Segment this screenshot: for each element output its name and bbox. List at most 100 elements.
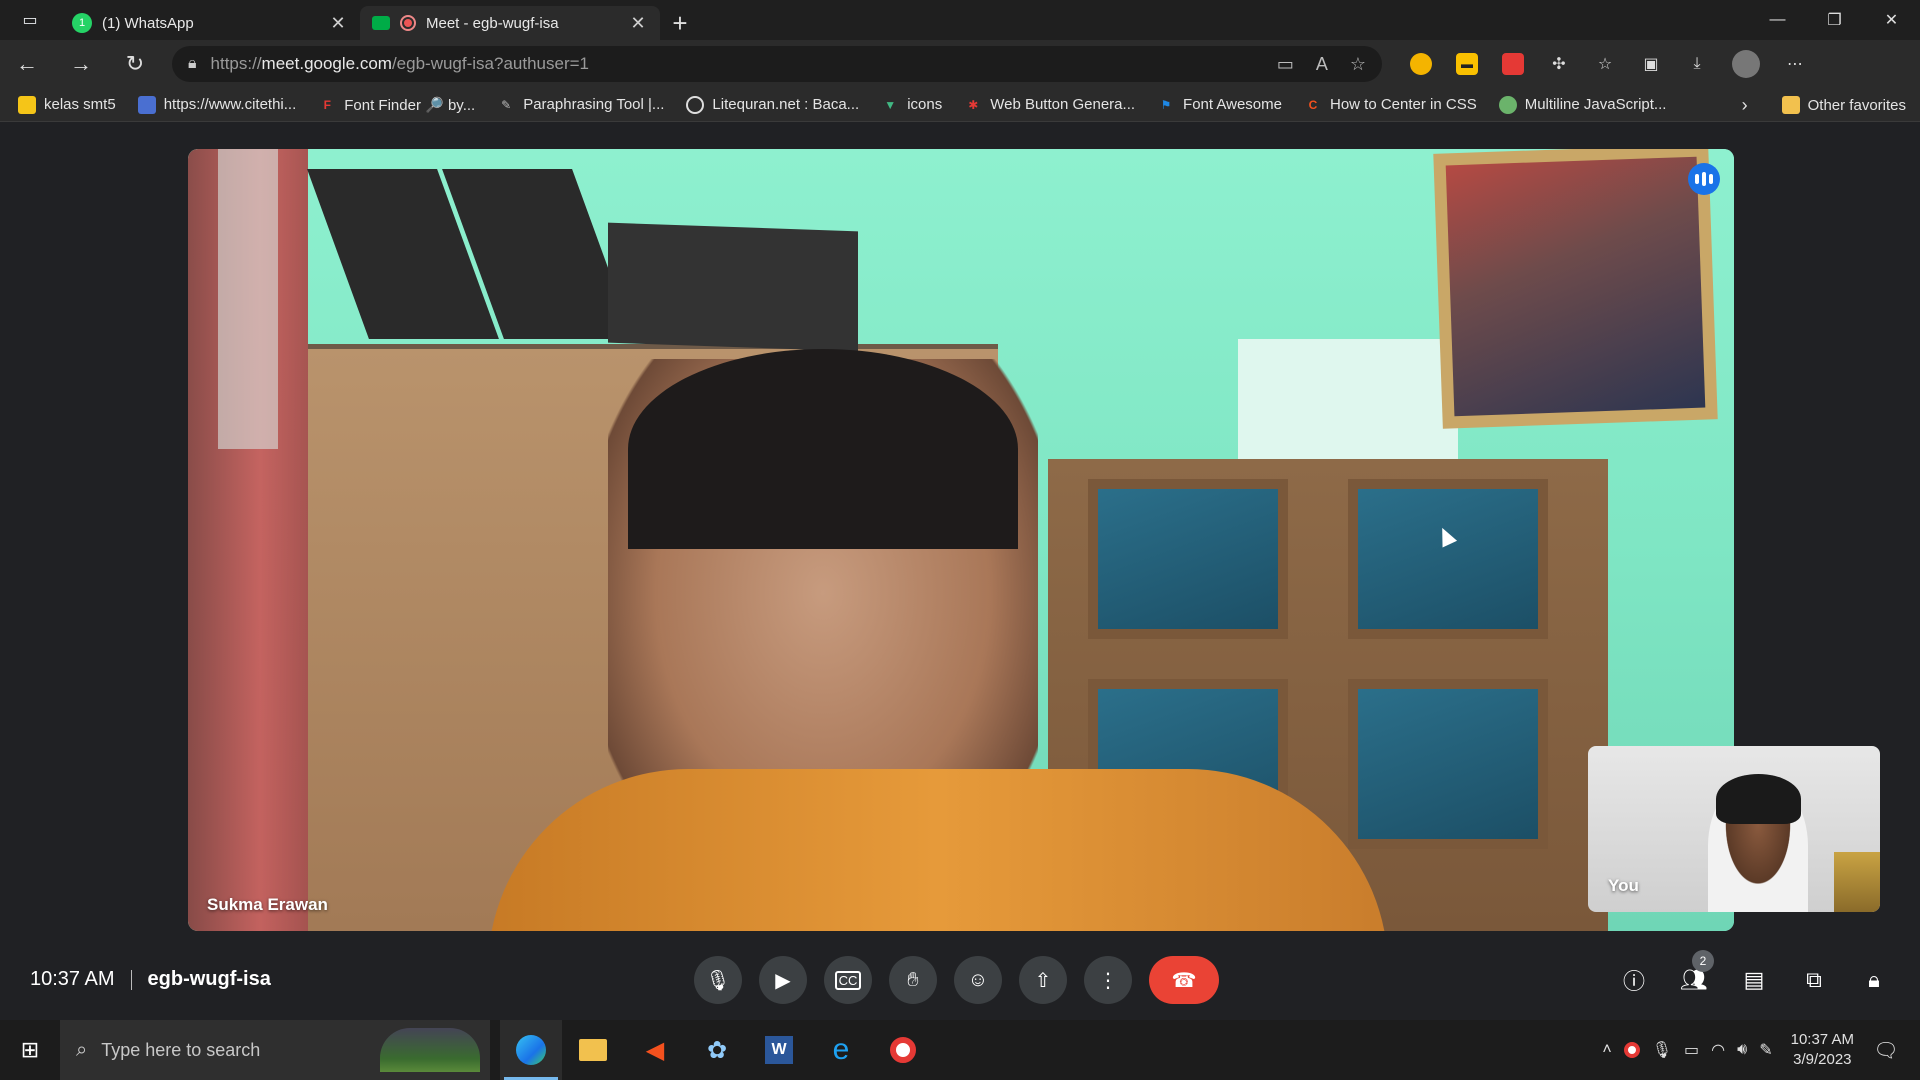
participant-shirt (488, 769, 1388, 931)
extension-card-icon[interactable]: ▬ (1456, 53, 1478, 75)
extensions-icon[interactable]: ✣ (1548, 53, 1570, 75)
main-video-tile[interactable]: Sukma Erawan (188, 149, 1734, 931)
downloads-icon[interactable]: ⤓ (1686, 53, 1708, 75)
wifi-icon[interactable]: ◠ (1711, 1040, 1725, 1060)
microphone-icon: 🎙︎ (705, 969, 731, 992)
present-button[interactable]: ⇧ (1019, 956, 1067, 1004)
meeting-info: 10:37 AM egb-wugf-isa (30, 968, 271, 991)
recorder-tray-icon[interactable] (1623, 1042, 1640, 1058)
add-favorite-icon[interactable]: ☆ (1350, 54, 1366, 75)
bookmark-icon: ▼ (884, 97, 897, 112)
collections-icon[interactable]: ▣ (1640, 53, 1662, 75)
taskbar-search[interactable]: ⌕ Type here to search (60, 1020, 490, 1080)
search-highlight-image (380, 1028, 480, 1072)
close-window-icon[interactable]: ✕ (1863, 0, 1920, 40)
present-icon: ⇧ (1034, 969, 1052, 992)
bookmark-item[interactable]: kelas smt5 (18, 95, 116, 114)
notifications-icon[interactable]: 🗨︎ (1866, 1038, 1906, 1063)
clock-time: 10:37 AM (1790, 1031, 1854, 1048)
chevron-up-icon[interactable]: ˄ (1602, 1041, 1611, 1059)
bookmark-icon (686, 95, 705, 114)
more-options-button[interactable]: ⋮ (1084, 956, 1132, 1004)
laptop-image (608, 222, 858, 352)
restore-icon[interactable]: ❐ (1806, 0, 1863, 40)
word-app[interactable]: W (748, 1020, 810, 1080)
reload-button[interactable]: ↻ (108, 44, 162, 84)
emoji-icon: ☺ (967, 968, 989, 991)
leave-call-button[interactable]: ☎︎ (1149, 956, 1219, 1004)
new-tab-button[interactable]: + (660, 6, 700, 40)
bookmark-item[interactable]: ⚑ Font Awesome (1157, 96, 1282, 114)
browser-toolbar: ← → ↻ 🔒︎ https://meet.google.com/egb-wug… (0, 40, 1920, 88)
internet-explorer-app[interactable]: e (810, 1020, 872, 1080)
window-controls: — ❐ ✕ (1749, 0, 1920, 40)
edge-app[interactable] (500, 1020, 562, 1080)
activities-icon: ⧉ (1806, 967, 1822, 992)
other-favorites[interactable]: Other favorites (1781, 96, 1906, 114)
forward-button[interactable]: → (54, 44, 108, 84)
call-controls: 🎙︎ ▶︎ CC ✋︎ ☺ ⇧ ⋮ ☎︎ (694, 956, 1219, 1004)
bookmark-icon (18, 95, 36, 114)
speaker-icon: ◀ (645, 1036, 665, 1064)
close-icon[interactable]: ✕ (628, 13, 648, 34)
people-button[interactable]: 👥︎ 2 (1676, 950, 1714, 1002)
host-controls-button[interactable]: 🔒︎ (1856, 958, 1892, 1002)
camera-button[interactable]: ▶︎ (759, 956, 807, 1004)
self-background (1834, 852, 1880, 912)
close-icon[interactable]: ✕ (328, 13, 348, 34)
tab-whatsapp[interactable]: 1 (1) WhatsApp ✕ (60, 6, 360, 40)
bookmark-item[interactable]: F Font Finder 🔎 by... (318, 96, 476, 114)
favorites-icon[interactable]: ☆ (1594, 53, 1616, 75)
meeting-time: 10:37 AM (30, 968, 115, 990)
camera-in-use-icon[interactable]: ▭ (1277, 54, 1294, 75)
bookmark-icon: ✱ (968, 97, 979, 112)
captions-button[interactable]: CC (824, 956, 872, 1004)
bookmark-item[interactable]: C How to Center in CSS (1304, 96, 1477, 114)
record-icon (890, 1037, 916, 1063)
meet-icon (372, 16, 390, 30)
minimize-icon[interactable]: — (1749, 0, 1806, 40)
activities-button[interactable]: ⧉ (1796, 958, 1832, 1002)
divider (130, 969, 132, 990)
bookmark-item[interactable]: Litequran.net : Baca... (686, 95, 859, 114)
volume-icon[interactable]: 🔊︎ (1737, 1041, 1747, 1059)
extension-circle-icon[interactable] (1410, 53, 1432, 75)
participant-hair (628, 349, 1018, 549)
meeting-details-button[interactable]: ⓘ (1616, 958, 1652, 1002)
microphone-button[interactable]: 🎙︎ (694, 956, 742, 1004)
microphone-tray-icon[interactable]: 🎙︎ (1652, 1040, 1672, 1060)
raise-hand-button[interactable]: ✋︎ (889, 956, 937, 1004)
paint-icon: ✿ (706, 1036, 728, 1064)
audio-app[interactable]: ◀ (624, 1020, 686, 1080)
self-video-tile[interactable]: You (1588, 746, 1880, 912)
address-bar[interactable]: 🔒︎ https://meet.google.com/egb-wugf-isa?… (172, 46, 1382, 82)
chevron-right-icon[interactable]: › (1742, 95, 1748, 116)
tab-actions-icon[interactable]: ▭ (0, 0, 60, 40)
pen-icon[interactable]: ✎ (1759, 1040, 1772, 1060)
recorder-app[interactable] (872, 1020, 934, 1080)
paint-app[interactable]: ✿ (686, 1020, 748, 1080)
bookmark-item[interactable]: ▼ icons (881, 96, 942, 114)
profile-icon[interactable] (1732, 50, 1760, 78)
chat-button[interactable]: ▤ (1736, 958, 1772, 1002)
flag-image (218, 149, 278, 449)
tab-meet[interactable]: Meet - egb-wugf-isa ✕ (360, 6, 660, 40)
file-explorer-app[interactable] (562, 1020, 624, 1080)
info-icon: ⓘ (1622, 969, 1645, 994)
self-hair (1716, 774, 1801, 824)
more-menu-icon[interactable]: ⋯ (1784, 53, 1806, 75)
search-icon: ⌕ (76, 1038, 88, 1061)
read-aloud-icon[interactable]: A (1316, 54, 1328, 75)
bookmark-item[interactable]: ✱ Web Button Genera... (964, 96, 1135, 114)
recording-icon (400, 15, 416, 31)
bookmark-item[interactable]: Multiline JavaScript... (1498, 95, 1666, 114)
camera-icon: ▶︎ (775, 969, 791, 992)
bookmark-item[interactable]: ✎ Paraphrasing Tool |... (497, 96, 664, 114)
extension-red-icon[interactable] (1502, 53, 1524, 75)
battery-icon[interactable]: ▭ (1684, 1040, 1699, 1060)
back-button[interactable]: ← (0, 44, 54, 84)
bookmark-item[interactable]: https://www.citethi... (137, 95, 296, 114)
start-button[interactable]: ⊞ (0, 1020, 60, 1080)
reactions-button[interactable]: ☺ (954, 956, 1002, 1004)
taskbar-clock[interactable]: 10:37 AM 3/9/2023 (1791, 1030, 1854, 1070)
